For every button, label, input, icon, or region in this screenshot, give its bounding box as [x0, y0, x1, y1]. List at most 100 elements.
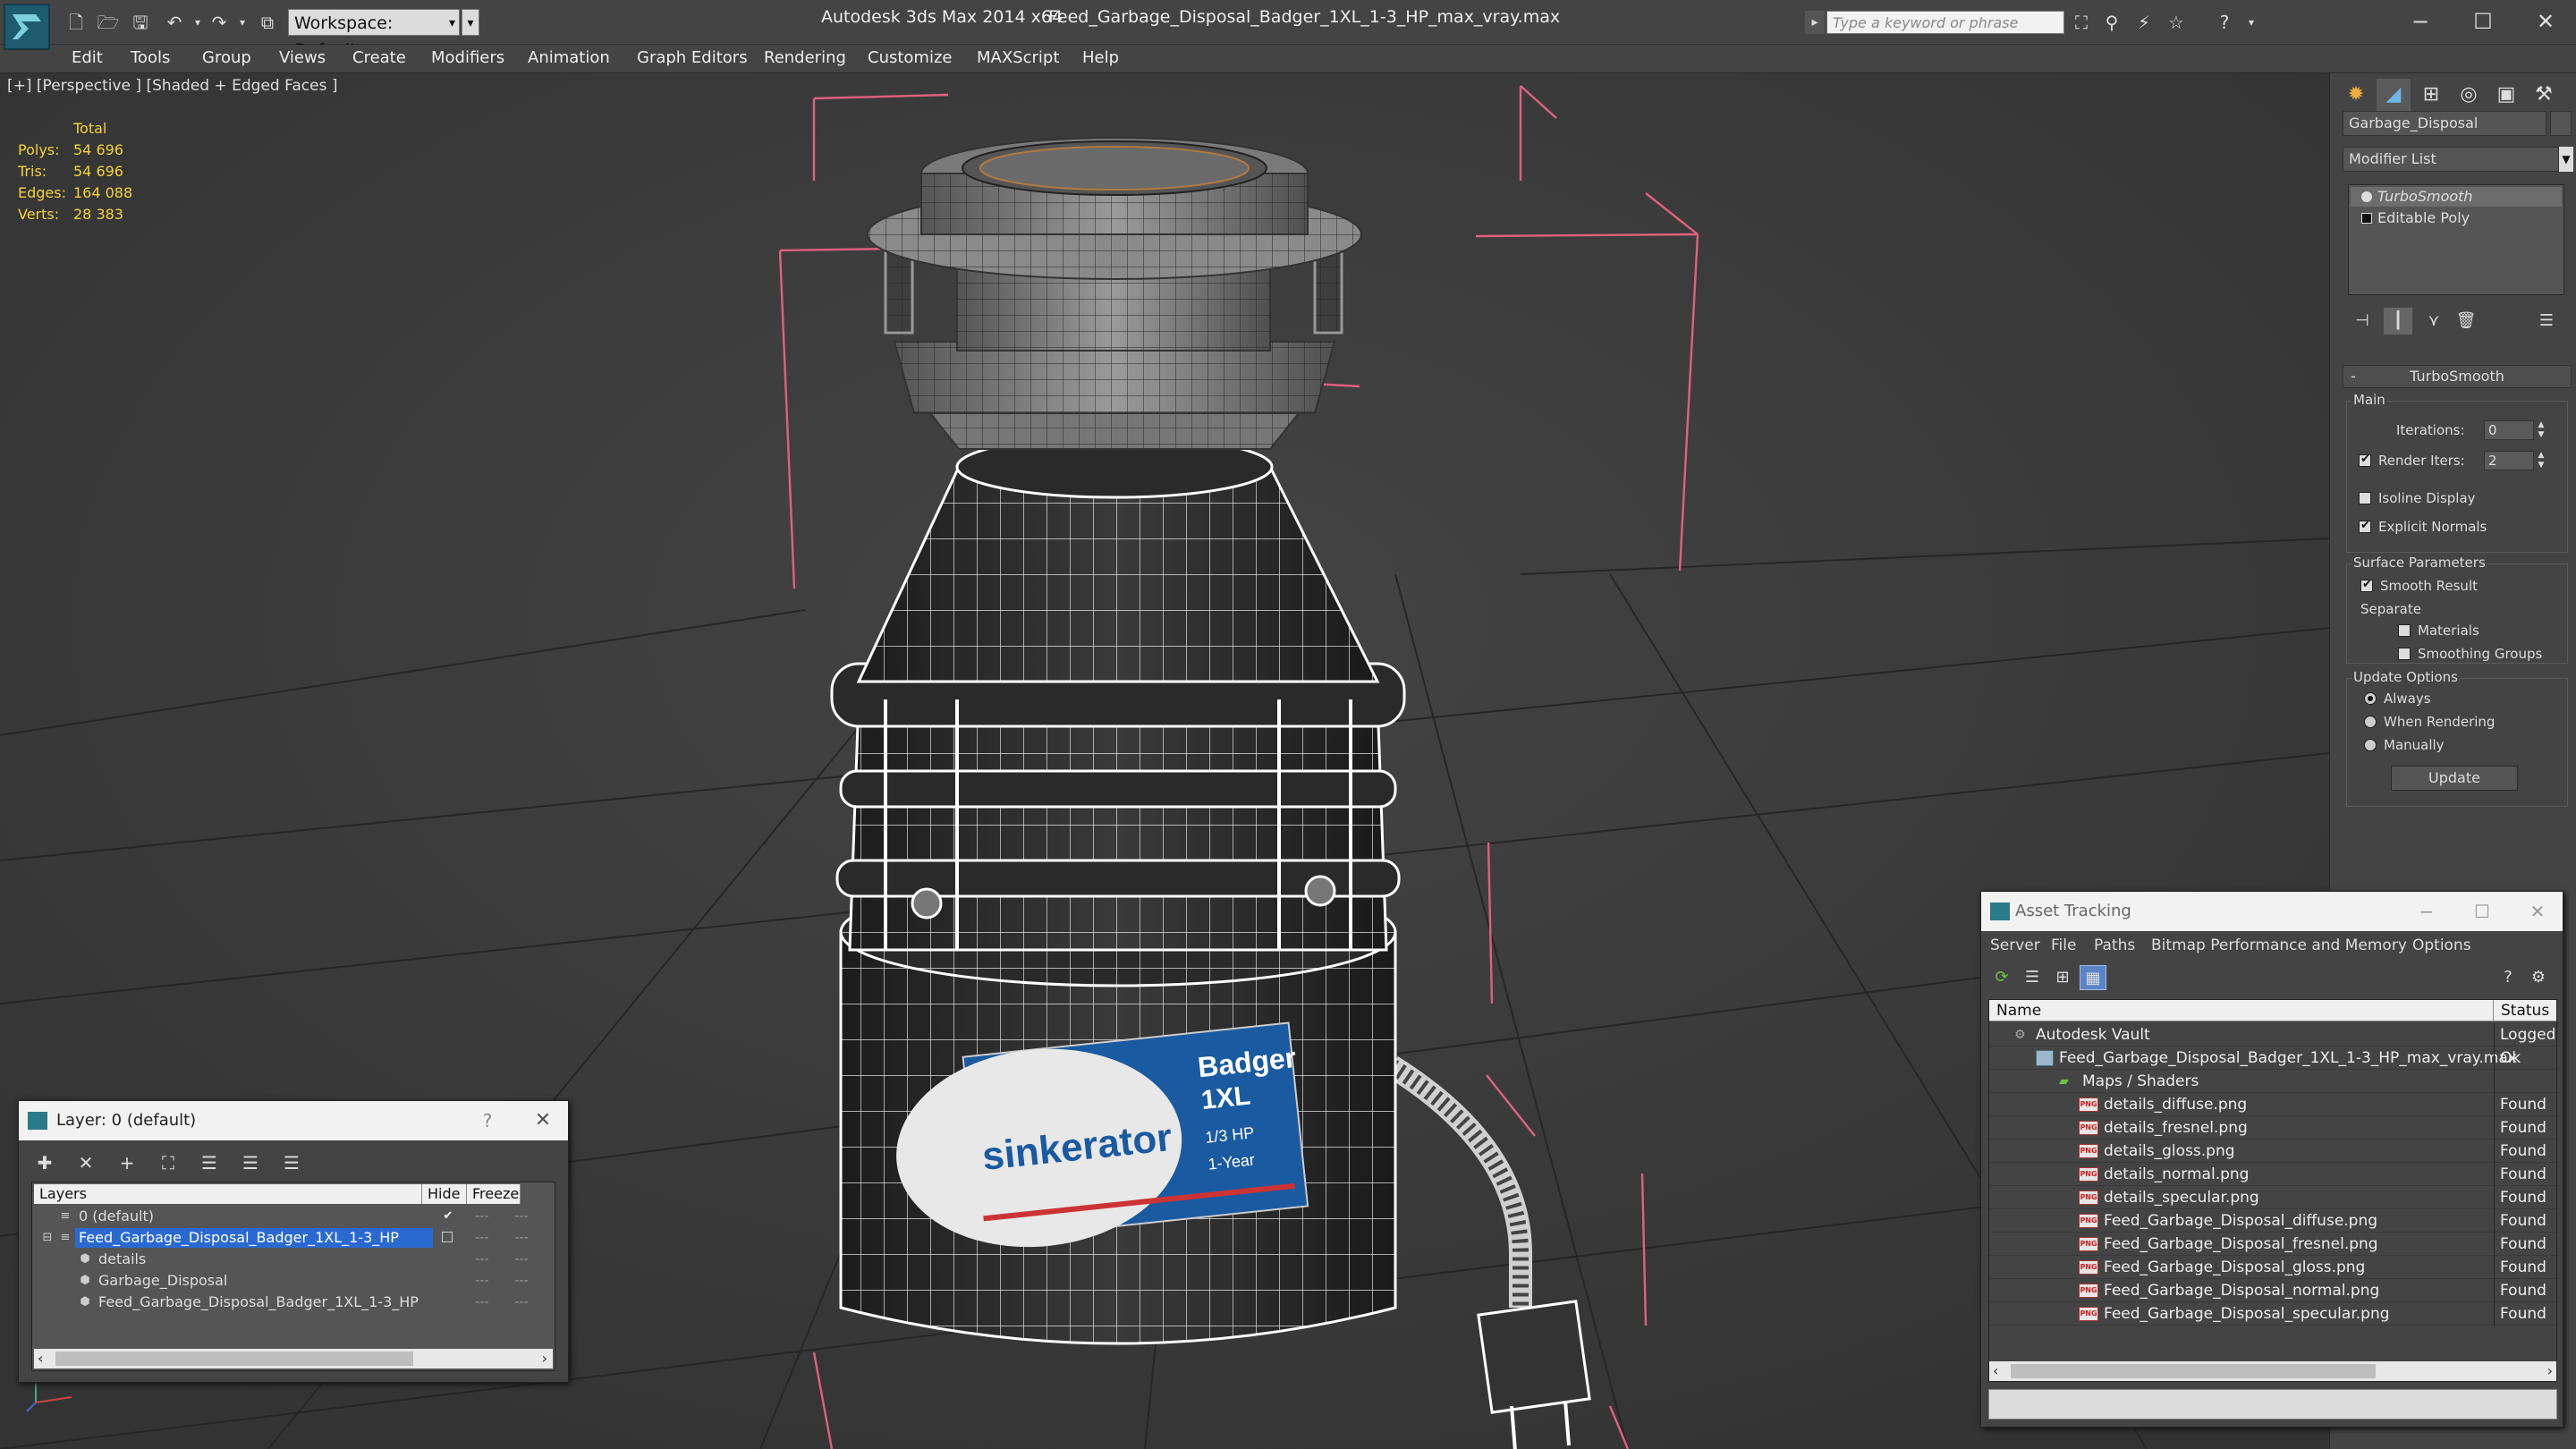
- highlight-layer-icon[interactable]: ☰: [194, 1149, 225, 1176]
- maximize-button[interactable]: ☐: [2454, 4, 2512, 39]
- asset-path-field[interactable]: [1988, 1389, 2557, 1419]
- scroll-thumb[interactable]: [55, 1352, 413, 1366]
- scroll-thumb[interactable]: [2011, 1364, 2376, 1378]
- project-folder-icon[interactable]: ⧉: [256, 11, 279, 34]
- layer-row[interactable]: ⬢ Garbage_Disposal --- ---: [34, 1270, 553, 1292]
- freeze-toggle[interactable]: ---: [510, 1249, 533, 1270]
- lightbulb-icon[interactable]: [2361, 191, 2372, 202]
- redo-icon[interactable]: ↷: [208, 11, 231, 34]
- menu-modifiers[interactable]: Modifiers: [431, 48, 504, 67]
- asset-row[interactable]: PNG Feed_Garbage_Disposal_fresnel.png Fo…: [1989, 1233, 2556, 1256]
- object-color-swatch[interactable]: [2550, 111, 2572, 136]
- minimize-button[interactable]: −: [2392, 4, 2449, 39]
- help-dropdown-icon[interactable]: ▾: [2238, 11, 2265, 34]
- asset-row[interactable]: PNG Feed_Garbage_Disposal_normal.png Fou…: [1989, 1279, 2556, 1302]
- search-input[interactable]: Type a keyword or phrase: [1826, 11, 2064, 34]
- layer-row[interactable]: ≡ 0 (default) ✔ --- ---: [34, 1206, 553, 1227]
- menu-graph-editors[interactable]: Graph Editors: [637, 48, 748, 67]
- iterations-spinner[interactable]: 0: [2484, 420, 2534, 440]
- help-icon[interactable]: ?: [2211, 11, 2238, 34]
- save-file-icon[interactable]: 🖫: [129, 11, 152, 34]
- current-layer-check-icon[interactable]: ✔: [442, 1210, 454, 1223]
- add-to-layer-icon[interactable]: +: [112, 1149, 142, 1176]
- materials-checkbox[interactable]: [2398, 624, 2411, 637]
- utilities-tab-icon[interactable]: ⚒: [2527, 79, 2561, 111]
- expand-box-icon[interactable]: [2361, 213, 2372, 224]
- asset-menu-bitmap-performance[interactable]: Bitmap Performance and Memory: [2151, 936, 2407, 954]
- scroll-right-icon[interactable]: ›: [542, 1349, 547, 1368]
- menu-maxscript[interactable]: MAXScript: [977, 48, 1059, 67]
- new-layer-icon[interactable]: ✚: [30, 1149, 60, 1176]
- column-status[interactable]: Status: [2494, 1000, 2556, 1021]
- asset-row[interactable]: Feed_Garbage_Disposal_Badger_1XL_1-3_HP_…: [1989, 1046, 2556, 1070]
- asset-menu-server[interactable]: Server: [1990, 936, 2040, 954]
- menu-views[interactable]: Views: [279, 48, 326, 67]
- modify-tab-icon[interactable]: ◢: [2377, 79, 2411, 111]
- binoculars-icon[interactable]: ⛶: [2068, 11, 2095, 34]
- smoothing-groups-checkbox[interactable]: [2398, 648, 2411, 660]
- modifier-list-dropdown[interactable]: Modifier List: [2343, 147, 2559, 172]
- freeze-toggle[interactable]: ---: [510, 1292, 533, 1313]
- layer-row[interactable]: ⊟ ≡ Feed_Garbage_Disposal_Badger_1XL_1-3…: [34, 1227, 553, 1249]
- asset-menu-options[interactable]: Options: [2412, 936, 2471, 954]
- hide-all-layers-icon[interactable]: ☰: [235, 1149, 266, 1176]
- menu-edit[interactable]: Edit: [72, 48, 103, 67]
- menu-customize[interactable]: Customize: [868, 48, 952, 67]
- delete-layer-icon[interactable]: ✕: [71, 1149, 101, 1176]
- redo-dropdown-icon[interactable]: ▾: [231, 11, 254, 34]
- create-tab-icon[interactable]: ✹: [2339, 79, 2373, 111]
- menu-tools[interactable]: Tools: [131, 48, 170, 67]
- minimize-button[interactable]: −: [2400, 892, 2453, 931]
- update-always-radio[interactable]: [2364, 692, 2377, 705]
- asset-row[interactable]: PNG details_normal.png Found: [1989, 1163, 2556, 1186]
- asset-row[interactable]: PNG Feed_Garbage_Disposal_diffuse.png Fo…: [1989, 1209, 2556, 1233]
- favorites-star-icon[interactable]: ☆: [2163, 11, 2190, 34]
- scroll-right-icon[interactable]: ›: [2547, 1361, 2553, 1381]
- hide-toggle[interactable]: ---: [470, 1292, 494, 1313]
- asset-row[interactable]: PNG details_fresnel.png Found: [1989, 1116, 2556, 1140]
- column-freeze[interactable]: Freeze: [467, 1184, 521, 1204]
- hide-toggle[interactable]: ---: [470, 1227, 494, 1249]
- hide-toggle[interactable]: ---: [470, 1270, 494, 1292]
- close-icon[interactable]: ✕: [525, 1101, 561, 1140]
- update-manually-radio[interactable]: [2364, 739, 2377, 751]
- refresh-icon[interactable]: ⟳: [1988, 965, 2015, 990]
- asset-row[interactable]: PNG details_diffuse.png Found: [1989, 1093, 2556, 1116]
- close-button[interactable]: ✕: [2517, 4, 2574, 39]
- asset-menu-file[interactable]: File: [2051, 936, 2076, 954]
- search-expand-icon[interactable]: ▸: [1805, 11, 1825, 34]
- hierarchy-tab-icon[interactable]: ⊞: [2414, 79, 2448, 111]
- asset-row[interactable]: ▰ Maps / Shaders: [1989, 1070, 2556, 1093]
- menu-rendering[interactable]: Rendering: [764, 48, 846, 67]
- configure-sets-icon[interactable]: ☰: [2532, 308, 2561, 335]
- smooth-result-checkbox[interactable]: [2360, 578, 2373, 592]
- freeze-toggle[interactable]: ---: [510, 1227, 533, 1249]
- list-view-icon[interactable]: ☰: [2019, 965, 2046, 990]
- freeze-all-layers-icon[interactable]: ☰: [276, 1149, 307, 1176]
- quick-access-dropdown-icon[interactable]: ▾: [462, 9, 479, 36]
- menu-group[interactable]: Group: [202, 48, 251, 67]
- table-view-icon[interactable]: ⊞: [2049, 965, 2076, 990]
- asset-row[interactable]: PNG details_specular.png Found: [1989, 1186, 2556, 1209]
- app-logo-button[interactable]: [4, 4, 50, 50]
- layer-row[interactable]: ⬢ details --- ---: [34, 1249, 553, 1270]
- render-iters-spinner[interactable]: 2: [2484, 451, 2534, 470]
- help-icon[interactable]: ?: [470, 1101, 505, 1140]
- open-file-icon[interactable]: 🗁: [97, 11, 120, 34]
- asset-row[interactable]: ⚙ Autodesk Vault Logged O: [1989, 1023, 2556, 1046]
- undo-dropdown-icon[interactable]: ▾: [186, 11, 209, 34]
- asset-row[interactable]: PNG Feed_Garbage_Disposal_gloss.png Foun…: [1989, 1256, 2556, 1279]
- vault-settings-icon[interactable]: ⚙: [2525, 965, 2552, 990]
- explicit-normals-checkbox[interactable]: [2359, 519, 2371, 533]
- new-file-icon[interactable]: 🗋: [64, 11, 88, 34]
- menu-create[interactable]: Create: [352, 48, 406, 67]
- render-iters-checkbox[interactable]: [2359, 453, 2371, 467]
- expand-icon[interactable]: ⊟: [41, 1232, 54, 1244]
- asset-horizontal-scrollbar[interactable]: ‹ ›: [1989, 1361, 2556, 1381]
- help-icon[interactable]: ?: [2495, 965, 2521, 990]
- make-unique-icon[interactable]: ⋎: [2419, 308, 2448, 335]
- layer-row[interactable]: ⬢ Feed_Garbage_Disposal_Badger_1XL_1-3_H…: [34, 1292, 553, 1313]
- object-name-field[interactable]: Garbage_Disposal: [2343, 111, 2546, 136]
- column-hide[interactable]: Hide: [422, 1184, 467, 1204]
- rollout-header[interactable]: - TurboSmooth: [2343, 365, 2572, 388]
